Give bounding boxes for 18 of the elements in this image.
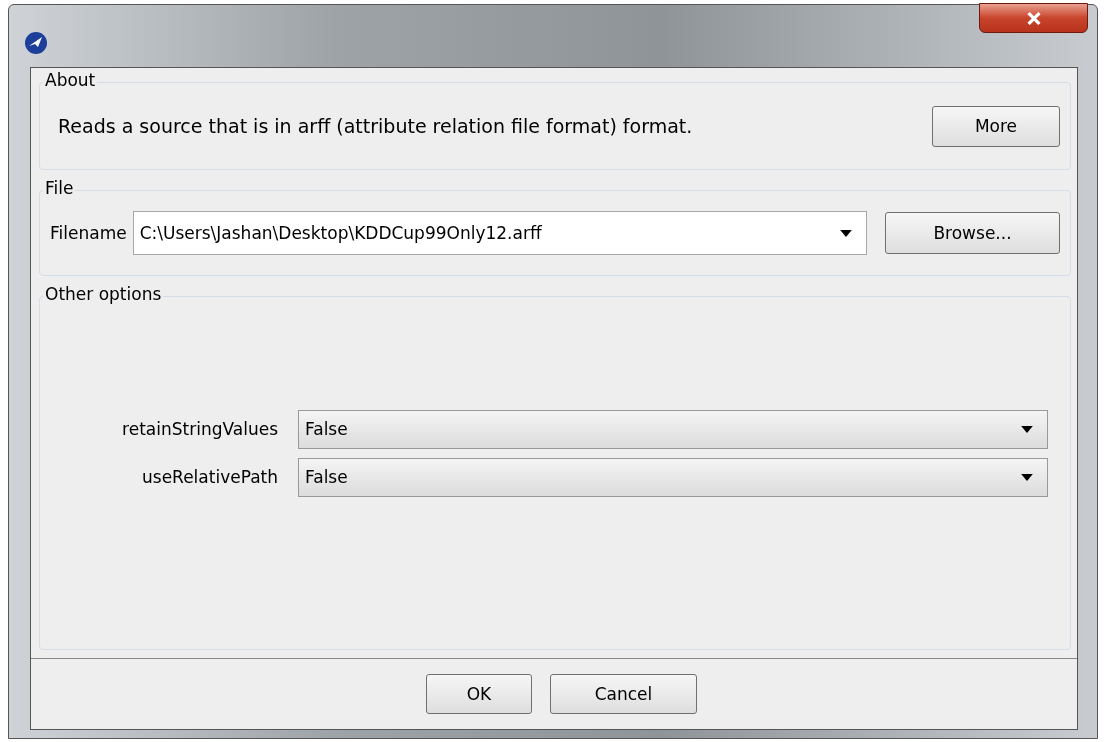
group-title: Other options (43, 284, 164, 304)
caret-icon (1021, 425, 1033, 433)
ok-button[interactable]: OK (426, 674, 532, 714)
caret-icon (840, 229, 852, 237)
option-label: retainStringValues (121, 419, 279, 439)
filename-dropdown[interactable]: C:\Users\Jashan\Desktop\KDDCup99Only12.arff (132, 211, 867, 255)
app-logo-icon (24, 31, 48, 55)
more-button[interactable]: More (932, 105, 1060, 147)
option-label: useRelativePath (141, 467, 279, 487)
close-icon (1025, 11, 1042, 25)
description-text: Reads a source that is in arff (attribute relation file format) format. (58, 115, 693, 137)
close-button[interactable] (979, 3, 1088, 33)
field-label: Filename (50, 223, 127, 243)
option-dropdown[interactable]: False (298, 409, 1048, 449)
option-dropdown[interactable]: False (298, 457, 1048, 497)
cancel-button[interactable]: Cancel (550, 674, 697, 714)
caret-icon (1021, 473, 1033, 481)
browse-button[interactable]: Browse... (885, 212, 1060, 254)
